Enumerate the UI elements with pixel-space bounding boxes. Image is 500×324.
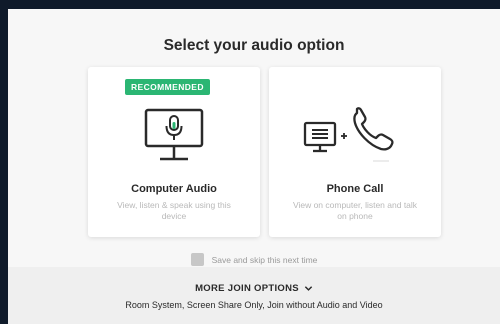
more-join-options-label: MORE JOIN OPTIONS xyxy=(195,283,299,294)
more-join-options-button[interactable]: MORE JOIN OPTIONS xyxy=(8,283,500,294)
save-skip-row[interactable]: Save and skip this next time xyxy=(8,253,500,266)
recommended-badge: RECOMMENDED xyxy=(125,79,210,95)
phone-call-title: Phone Call xyxy=(326,183,384,195)
audio-dialog-body: Select your audio option RECOMMENDED Com… xyxy=(8,9,500,324)
computer-plus-phone-icon xyxy=(303,107,394,162)
computer-audio-option[interactable]: RECOMMENDED Computer Audio View, listen … xyxy=(88,67,260,237)
more-join-options-section: MORE JOIN OPTIONS Room System, Screen Sh… xyxy=(8,267,500,324)
phone-call-description: View on computer, listen and talk on pho… xyxy=(292,200,418,221)
audio-dialog: Select your audio option RECOMMENDED Com… xyxy=(8,9,500,324)
computer-audio-description: View, listen & speak using this device xyxy=(117,200,231,221)
phone-call-option[interactable]: Phone Call View on computer, listen and … xyxy=(269,67,441,237)
save-skip-label[interactable]: Save and skip this next time xyxy=(212,255,318,265)
monitor-microphone-icon xyxy=(144,108,204,161)
computer-audio-title: Computer Audio xyxy=(131,183,217,195)
more-join-options-description: Room System, Screen Share Only, Join wit… xyxy=(125,300,383,310)
chevron-down-icon xyxy=(304,286,313,291)
dialog-title: Select your audio option xyxy=(163,37,345,54)
save-skip-checkbox[interactable] xyxy=(190,253,204,266)
